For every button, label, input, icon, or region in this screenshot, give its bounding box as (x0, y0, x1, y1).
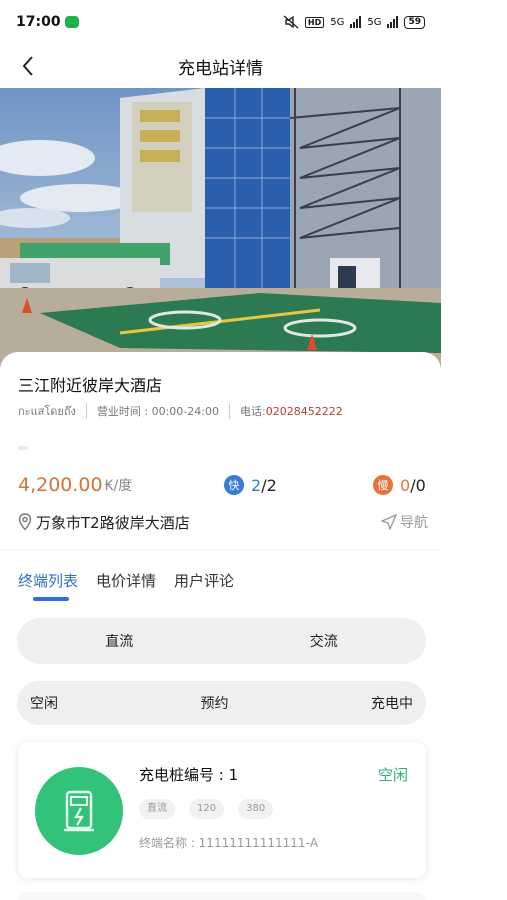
station-detail-card: 三江附近彼岸大酒店 กะแสโดยถ๊ง 营业时间 : 00:00-24:00 … (0, 352, 441, 900)
filter-idle[interactable]: 空闲 (30, 693, 58, 713)
tab-terminal-list[interactable]: 终端列表 (18, 570, 78, 591)
placeholder-dash (18, 446, 28, 450)
station-address: 万象市T2路彼岸大酒店 (36, 513, 190, 532)
fast-total: /2 (261, 475, 277, 495)
business-hours: 营业时间 : 00:00-24:00 (96, 405, 219, 418)
price-row: 4,200.00 ₭/度 快 2 /2 慢 0 /0 (18, 470, 428, 500)
slow-charger-count: 慢 0 /0 (373, 475, 426, 495)
meta-divider (228, 403, 230, 419)
status-time: 17:00 (16, 14, 61, 30)
active-tab-indicator (33, 597, 69, 601)
app-screen: 17:00 HD 5G 5G 59 充电站详情 三江附近彼岸大酒店 กะแสโด… (0, 0, 441, 900)
station-photo (0, 88, 441, 378)
page-title: 充电站详情 (178, 58, 263, 79)
price-value: 4,200.00 (18, 474, 103, 496)
phone-label: 电话: (239, 405, 266, 418)
slow-available: 0 (400, 475, 411, 495)
pile-tag-voltage: 380 (238, 799, 274, 819)
filter-charging[interactable]: 充电中 (371, 693, 413, 713)
fast-available: 2 (251, 475, 262, 495)
mute-icon (283, 15, 299, 29)
pile-status: 空闲 (377, 766, 408, 784)
charging-pile-card[interactable]: 充电桩编号 : 1 空闲 直流 120 380 终端名称 : 111111111… (18, 742, 426, 878)
slow-total: /0 (410, 475, 426, 495)
operator-name: กะแสโดยถ๊ง (18, 405, 76, 418)
wechat-notification-icon (64, 16, 79, 28)
back-button[interactable] (14, 52, 42, 80)
nav-bar: 充电站详情 (0, 44, 441, 88)
navigate-button[interactable]: 导航 (381, 512, 428, 532)
filter-ac[interactable]: 交流 (222, 631, 427, 651)
station-name: 三江附近彼岸大酒店 (18, 376, 163, 395)
address-row: 万象市T2路彼岸大酒店 导航 (18, 510, 428, 534)
phone-number[interactable]: 02028452222 (266, 405, 343, 418)
pile-tags: 直流 120 380 (139, 799, 274, 819)
status-bar: 17:00 HD 5G 5G 59 (0, 0, 441, 44)
network-label-2: 5G (367, 16, 382, 28)
section-divider (0, 549, 441, 550)
terminal-name: 终端名称 : 11111111111111-A (139, 836, 319, 850)
filter-reserved[interactable]: 预约 (201, 693, 229, 713)
signal-icon (350, 16, 362, 28)
location-pin-icon (18, 513, 32, 531)
navigate-label: 导航 (400, 515, 428, 531)
slow-badge-icon: 慢 (373, 475, 393, 495)
detail-tabs: 终端列表 电价详情 用户评论 (18, 570, 234, 591)
filter-dc[interactable]: 直流 (17, 631, 222, 651)
status-filter: 空闲 预约 充电中 (17, 681, 426, 725)
charging-pile-icon (35, 767, 123, 855)
pile-tag-type: 直流 (139, 799, 175, 819)
next-pile-card-edge (18, 892, 426, 900)
pile-tag-power: 120 (189, 799, 225, 819)
status-icons: HD 5G 5G 59 (283, 15, 425, 29)
fast-charger-count: 快 2 /2 (224, 475, 277, 495)
price-unit: ₭/度 (104, 478, 133, 494)
navigation-arrow-icon (381, 514, 397, 530)
hd-icon: HD (304, 16, 325, 28)
network-label-1: 5G (330, 16, 345, 28)
meta-divider (85, 403, 87, 419)
tab-price-details[interactable]: 电价详情 (96, 570, 156, 591)
chevron-left-icon (22, 56, 33, 76)
current-type-filter: 直流 交流 (17, 618, 426, 664)
tab-user-reviews[interactable]: 用户评论 (174, 570, 234, 591)
pile-number: 充电桩编号 : 1 (139, 766, 239, 784)
fast-badge-icon: 快 (224, 475, 244, 495)
battery-icon: 59 (404, 15, 425, 29)
signal-icon-2 (387, 16, 399, 28)
station-meta: กะแสโดยถ๊ง 营业时间 : 00:00-24:00 电话: 020284… (18, 402, 343, 420)
